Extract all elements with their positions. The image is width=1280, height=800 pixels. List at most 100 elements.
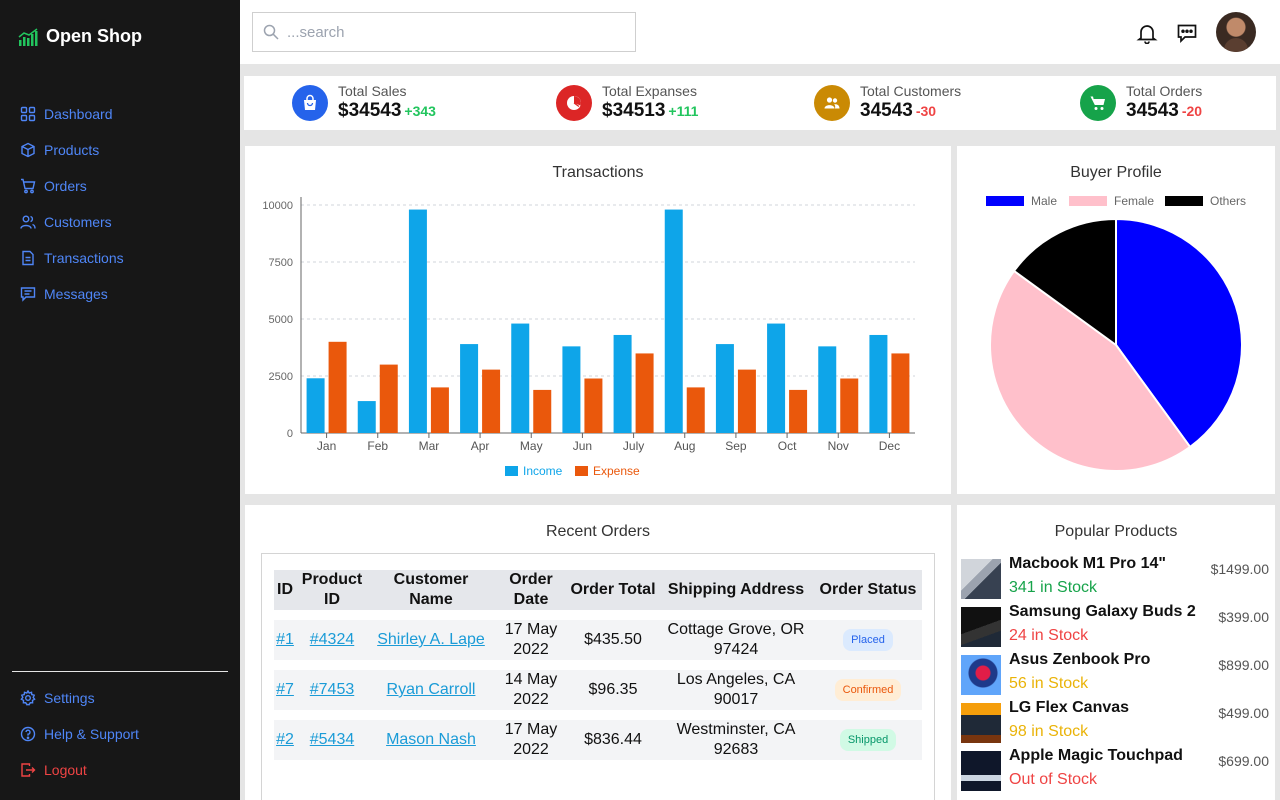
order-date-cell: 17 May 2022 bbox=[494, 620, 568, 660]
order-total-cell: $836.44 bbox=[568, 720, 658, 760]
product-id-cell: #7453 bbox=[296, 670, 368, 710]
customer-link[interactable]: Ryan Carroll bbox=[387, 681, 476, 698]
sidebar-item-messages[interactable]: Messages bbox=[20, 276, 124, 312]
customer-link[interactable]: Shirley A. Lape bbox=[377, 631, 485, 648]
sidebar-item-label: Dashboard bbox=[44, 106, 113, 122]
product-thumbnail bbox=[961, 703, 1001, 743]
table-row[interactable]: #1 #4324 Shirley A. Lape 17 May 2022 $435.50… bbox=[274, 620, 922, 660]
table-header-cell: Customer Name bbox=[368, 570, 494, 610]
sidebar-item-help[interactable]: Help & Support bbox=[20, 716, 139, 752]
product-item[interactable]: Apple Magic Touchpad Out of Stock $699.00 bbox=[961, 747, 1275, 795]
search-icon bbox=[263, 24, 279, 40]
legend-swatch bbox=[505, 466, 518, 476]
brand-logo[interactable]: Open Shop bbox=[18, 26, 142, 47]
sidebar-item-orders[interactable]: Orders bbox=[20, 168, 124, 204]
sidebar-item-products[interactable]: Products bbox=[20, 132, 124, 168]
stat-icon-circle bbox=[814, 85, 850, 121]
product-price: $499.00 bbox=[1218, 705, 1269, 721]
grid-icon bbox=[20, 106, 36, 122]
product-stock: Out of Stock bbox=[1009, 771, 1098, 788]
x-tick-label: Apr bbox=[471, 439, 490, 453]
pie-chart-icon bbox=[567, 96, 581, 110]
recent-orders-card: Recent Orders ID Product ID Customer Nam… bbox=[245, 505, 951, 800]
users-icon bbox=[20, 215, 36, 229]
bar-income bbox=[460, 344, 479, 433]
sidebar-item-label: Orders bbox=[44, 178, 87, 194]
sidebar-item-transactions[interactable]: Transactions bbox=[20, 240, 124, 276]
buyer-profile-card: Buyer Profile Male Female Others bbox=[957, 146, 1275, 494]
product-id-link[interactable]: #4324 bbox=[310, 631, 355, 648]
order-id-link[interactable]: #7 bbox=[276, 681, 294, 698]
legend-swatch bbox=[1069, 196, 1107, 206]
y-tick-label: 7500 bbox=[269, 257, 293, 269]
search-box[interactable] bbox=[252, 12, 636, 52]
avatar[interactable] bbox=[1216, 12, 1256, 52]
order-status-cell: Confirmed bbox=[814, 670, 922, 710]
x-tick-label: Dec bbox=[879, 439, 900, 453]
order-id-link[interactable]: #2 bbox=[276, 731, 294, 748]
product-id-link[interactable]: #5434 bbox=[310, 731, 355, 748]
product-item[interactable]: LG Flex Canvas 98 in Stock $499.00 bbox=[961, 699, 1275, 747]
bar-income bbox=[357, 401, 376, 433]
shipping-address-cell: Los Angeles, CA 90017 bbox=[658, 670, 814, 710]
cart-icon bbox=[21, 178, 36, 194]
product-item[interactable]: Asus Zenbook Pro 56 in Stock $899.00 bbox=[961, 651, 1275, 699]
product-thumbnail bbox=[961, 607, 1001, 647]
product-name: Asus Zenbook Pro bbox=[1009, 651, 1151, 668]
stats-bar: Total Sales $34543 +343 Total Expanses $3… bbox=[244, 76, 1276, 130]
brand-name: Open Shop bbox=[46, 26, 142, 46]
table-row[interactable]: #7 #7453 Ryan Carroll 14 May 2022 $96.35 Los … bbox=[274, 670, 922, 710]
users-icon bbox=[824, 97, 840, 109]
transactions-card: Transactions 0 2500 5000 7500 10000 Jan Feb Mar… bbox=[245, 146, 951, 494]
table-row[interactable]: #2 #5434 Mason Nash 17 May 2022 $836.44 Westm… bbox=[274, 720, 922, 760]
stat-delta: -30 bbox=[915, 103, 937, 119]
x-tick-label: Nov bbox=[828, 439, 849, 453]
status-badge: Confirmed bbox=[834, 679, 902, 701]
x-tick-label: Jun bbox=[573, 439, 592, 453]
bar-income bbox=[306, 378, 325, 433]
product-name: Samsung Galaxy Buds 2 bbox=[1009, 603, 1196, 620]
order-status-cell: Placed bbox=[814, 620, 922, 660]
order-id-link[interactable]: #1 bbox=[276, 631, 294, 648]
product-price: $899.00 bbox=[1218, 657, 1269, 673]
stat-total-orders: Total Orders 34543 -20 bbox=[1080, 76, 1202, 130]
x-tick-label: Oct bbox=[778, 439, 797, 453]
bar-income bbox=[613, 334, 632, 433]
bar-expense bbox=[891, 353, 910, 433]
bar-expense bbox=[430, 387, 449, 433]
sidebar-item-customers[interactable]: Customers bbox=[20, 204, 124, 240]
bar-expense bbox=[482, 369, 501, 433]
product-price: $1499.00 bbox=[1210, 561, 1269, 577]
buyer-profile-pie-chart: Male Female Others bbox=[986, 194, 1246, 472]
product-item[interactable]: Samsung Galaxy Buds 2 24 in Stock $399.00 bbox=[961, 603, 1275, 651]
product-name: Macbook M1 Pro 14" bbox=[1009, 555, 1166, 572]
table-header-cell: Order Date bbox=[494, 570, 568, 610]
sidebar-item-settings[interactable]: Settings bbox=[20, 680, 139, 716]
customer-link[interactable]: Mason Nash bbox=[386, 731, 476, 748]
bar-income bbox=[408, 209, 427, 433]
stat-label: Total Sales bbox=[338, 83, 407, 99]
order-total-cell: $96.35 bbox=[568, 670, 658, 710]
bar-expense bbox=[379, 364, 398, 433]
legend-swatch bbox=[1165, 196, 1203, 206]
order-id-cell: #7 bbox=[274, 670, 296, 710]
stat-label: Total Customers bbox=[860, 83, 962, 99]
order-total-cell: $435.50 bbox=[568, 620, 658, 660]
legend-label: Female bbox=[1114, 194, 1154, 208]
bell-icon[interactable] bbox=[1136, 22, 1158, 44]
document-icon bbox=[22, 250, 34, 266]
legend-label: Income bbox=[523, 464, 563, 478]
product-item[interactable]: Macbook M1 Pro 14" 341 in Stock $1499.00 bbox=[961, 555, 1275, 603]
sidebar-item-logout[interactable]: Logout bbox=[20, 752, 139, 788]
product-price: $699.00 bbox=[1218, 753, 1269, 769]
bar-income bbox=[715, 344, 734, 433]
order-date-cell: 17 May 2022 bbox=[494, 720, 568, 760]
chat-icon[interactable] bbox=[1176, 22, 1198, 44]
product-stock: 341 in Stock bbox=[1009, 579, 1098, 596]
sidebar-item-dashboard[interactable]: Dashboard bbox=[20, 96, 124, 132]
sidebar-bottom-nav: Settings Help & Support Logout bbox=[20, 680, 139, 788]
y-tick-label: 2500 bbox=[269, 371, 293, 383]
product-id-link[interactable]: #7453 bbox=[310, 681, 355, 698]
stat-value: $34543 bbox=[338, 100, 402, 121]
search-input[interactable] bbox=[287, 23, 607, 41]
